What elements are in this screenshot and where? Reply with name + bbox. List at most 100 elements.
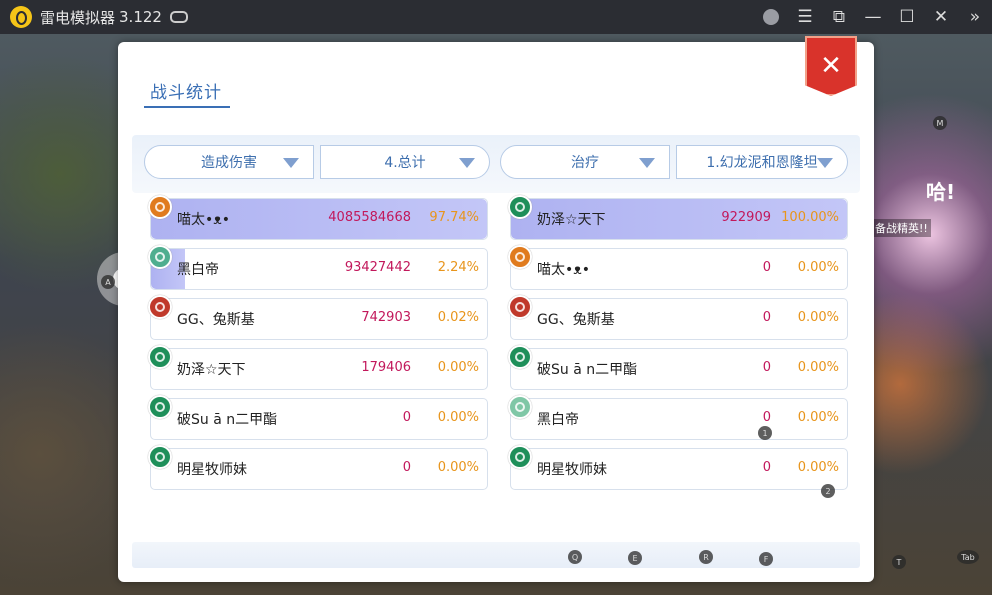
list-item[interactable]: 破Su ā n二甲酯 0 0.00% [148,395,488,440]
class-badge-icon [148,295,172,319]
dropdown-label: 治疗 [571,155,599,171]
key-hint-a: A [101,275,115,289]
minimize-button[interactable]: — [856,0,890,34]
player-percent: 0.00% [797,360,839,375]
chevron-down-icon [283,158,299,168]
player-name: 黑白帝 [537,412,579,428]
chevron-down-icon [459,158,475,168]
list-item[interactable]: 喵太•ᴥ• 0 0.00% [508,245,848,290]
player-name: 明星牧师妹 [537,462,607,478]
key-hint-e: E [628,551,642,565]
hamburger-icon: ☰ [797,7,813,27]
key-hint-1: 1 [758,426,772,440]
player-percent: 2.24% [437,260,479,275]
player-percent: 0.00% [437,460,479,475]
class-badge-icon [148,445,172,469]
app-version: 3.122 [119,8,162,26]
crop-icon: ⧉ [832,7,846,27]
class-badge-icon [148,195,172,219]
menu-button[interactable]: ☰ [788,0,822,34]
close-icon: ✕ [820,51,842,81]
minimize-icon: — [864,7,882,27]
class-badge-icon [508,295,532,319]
player-name: 喵太•ᴥ• [177,212,231,228]
class-badge-icon [508,345,532,369]
app-logo-icon [10,6,32,28]
close-panel-button[interactable]: ✕ [805,36,857,96]
list-item[interactable]: GG、兔斯基 742903 0.02% [148,295,488,340]
damage-type-dropdown[interactable]: 造成伤害 [144,145,314,179]
list-item[interactable]: 黑白帝 0 0.00% [508,395,848,440]
player-heal: 0 [762,310,771,325]
tab-battle-stats[interactable]: 战斗统计 [150,78,222,103]
player-percent: 0.00% [797,410,839,425]
class-badge-icon [148,395,172,419]
maximize-icon: ☐ [899,7,915,27]
list-item[interactable]: 明星牧师妹 0 0.00% [148,445,488,490]
player-heal: 922909 [721,210,771,225]
class-badge-icon [508,445,532,469]
player-heal: 0 [762,360,771,375]
player-percent: 0.00% [797,260,839,275]
double-chevron-right-icon: » [969,7,981,27]
player-percent: 0.02% [437,310,479,325]
player-name: 奶泽☆天下 [177,362,246,378]
player-name: GG、兔斯基 [177,312,255,328]
player-damage: 742903 [361,310,411,325]
player-percent: 0.00% [437,360,479,375]
player-percent: 0.00% [797,460,839,475]
close-window-button[interactable]: ✕ [924,0,958,34]
expand-sidebar-button[interactable]: » [958,0,992,34]
heal-type-dropdown[interactable]: 治疗 [500,145,670,179]
list-item[interactable]: GG、兔斯基 0 0.00% [508,295,848,340]
gamepad-icon[interactable] [169,11,188,23]
class-badge-icon [508,245,532,269]
key-hint-r: R [699,550,713,564]
key-hint-2: 2 [821,484,835,498]
player-damage: 4085584668 [328,210,411,225]
list-item[interactable]: 奶泽☆天下 179406 0.00% [148,345,488,390]
list-item[interactable]: 破Su ā n二甲酯 0 0.00% [508,345,848,390]
emulator-titlebar: 雷电模拟器 3.122 ☰ ⧉ — ☐ ✕ » [0,0,992,34]
maximize-button[interactable]: ☐ [890,0,924,34]
chevron-down-icon [817,158,833,168]
key-hint-q: Q [568,550,582,564]
close-icon: ✕ [933,7,949,27]
player-heal: 0 [762,410,771,425]
player-percent: 97.74% [429,210,479,225]
healing-list: 奶泽☆天下 922909 100.00% 喵太•ᴥ• 0 0.00% GG、兔斯基 0 0.… [508,195,848,498]
player-name: 黑白帝 [177,262,219,278]
class-badge-icon [508,195,532,219]
list-item[interactable]: 奶泽☆天下 922909 100.00% [508,195,848,240]
boss-select-dropdown[interactable]: 1.幻龙泥和恩隆坦 [676,145,848,179]
list-item[interactable]: 黑白帝 93427442 2.24% [148,245,488,290]
player-percent: 100.00% [781,210,839,225]
player-damage: 179406 [361,360,411,375]
player-percent: 0.00% [437,410,479,425]
dropdown-label: 造成伤害 [201,155,257,171]
player-heal: 0 [762,460,771,475]
battle-stats-panel: 战斗统计 ✕ 造成伤害 4.总计 治疗 1.幻龙泥和恩隆坦 喵太•ᴥ• 40855… [118,36,874,582]
player-name: GG、兔斯基 [537,312,615,328]
player-name: 破Su ā n二甲酯 [177,412,278,428]
key-hint-t: T [892,555,906,569]
key-hint-f: F [759,552,773,566]
player-damage: 93427442 [344,260,411,275]
player-damage: 0 [402,460,411,475]
damage-list: 喵太•ᴥ• 4085584668 97.74% 黑白帝 93427442 2.24% G… [148,195,488,498]
key-hint-tab: Tab [957,550,979,564]
avatar-icon [763,9,779,25]
total-range-dropdown[interactable]: 4.总计 [320,145,490,179]
list-item[interactable]: 喵太•ᴥ• 4085584668 97.74% [148,195,488,240]
player-heal: 0 [762,260,771,275]
player-name: 明星牧师妹 [177,462,247,478]
player-name: 破Su ā n二甲酯 [537,362,638,378]
dropdown-label: 4.总计 [384,155,426,171]
key-hint-m: M [933,116,947,130]
list-item[interactable]: 明星牧师妹 0 0.00% [508,445,848,490]
class-badge-icon [508,395,532,419]
account-button[interactable] [754,0,788,34]
class-badge-icon [148,245,172,269]
tab-underline [144,106,230,108]
screenshot-button[interactable]: ⧉ [822,0,856,34]
